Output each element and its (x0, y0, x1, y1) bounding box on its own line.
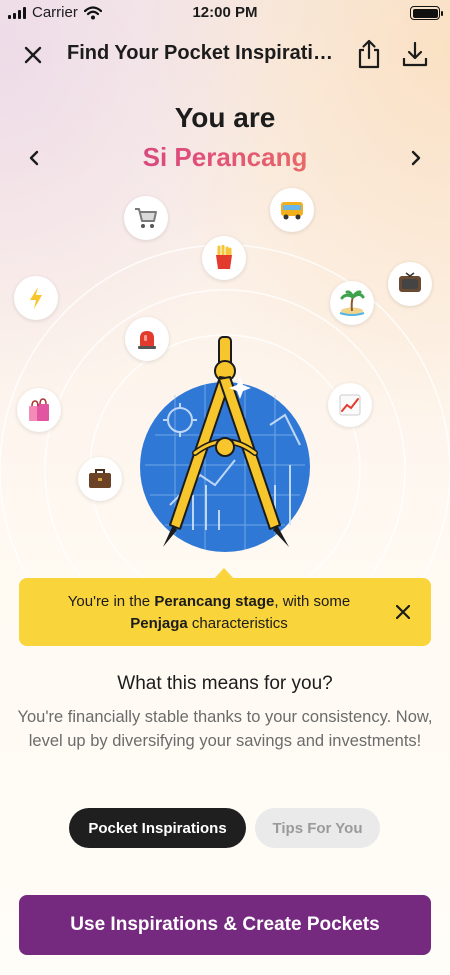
shopping-bags-icon (29, 398, 49, 421)
app-header: Find Your Pocket Inspiratio... (0, 30, 450, 80)
chevron-right-icon (411, 150, 421, 166)
close-icon (24, 46, 42, 64)
tv-bubble (388, 262, 432, 306)
compass-icon (140, 336, 310, 552)
next-persona-button[interactable] (404, 146, 428, 170)
chart-up-bubble (328, 383, 372, 427)
fries-icon (216, 245, 232, 269)
banner-text: You're in the Perancang stage, with some… (67, 593, 351, 632)
bus-bubble (270, 188, 314, 232)
share-button[interactable] (352, 36, 386, 72)
briefcase-icon (89, 469, 111, 488)
status-bar: Carrier 12:00 PM (0, 0, 450, 28)
create-pockets-button[interactable]: Use Inspirations & Create Pockets (19, 895, 431, 955)
siren-bubble (125, 317, 169, 361)
shopping-bags-bubble (17, 388, 61, 432)
shopping-cart-icon (135, 208, 157, 228)
result-heading: You are (174, 102, 276, 133)
tab-pocket-inspirations[interactable]: Pocket Inspirations (69, 808, 246, 848)
download-icon (402, 41, 428, 67)
download-button[interactable] (398, 36, 432, 72)
share-icon (358, 39, 380, 69)
close-icon (396, 605, 410, 619)
fries-bubble (202, 236, 246, 280)
briefcase-bubble (78, 457, 122, 501)
page-title: Find Your Pocket Inspiratio... (67, 42, 337, 64)
island-icon (339, 290, 365, 316)
tv-icon (399, 272, 421, 292)
banner-close-button[interactable] (391, 600, 415, 624)
persona-name: Si Perancang (0, 142, 450, 173)
chart-up-icon (339, 394, 361, 416)
bus-icon (281, 202, 303, 220)
island-bubble (330, 281, 374, 325)
meaning-title: What this means for you? (117, 673, 333, 694)
stage-banner: You're in the Perancang stage, with some… (19, 578, 431, 646)
siren-icon (138, 331, 156, 349)
tab-tips-for-you[interactable]: Tips For You (255, 808, 380, 848)
stage-name: Perancang stage (154, 593, 275, 610)
tab-bar: Pocket Inspirations Tips For You (0, 808, 450, 848)
trait-name: Penjaga (130, 615, 188, 632)
lightning-icon (30, 287, 42, 309)
shopping-cart-bubble (124, 196, 168, 240)
meaning-body: You're financially stable thanks to your… (17, 708, 433, 750)
battery-icon (410, 6, 443, 20)
lightning-bubble (14, 276, 58, 320)
status-time: 12:00 PM (192, 4, 258, 21)
close-button[interactable] (18, 40, 48, 70)
persona-illustration (0, 180, 450, 580)
